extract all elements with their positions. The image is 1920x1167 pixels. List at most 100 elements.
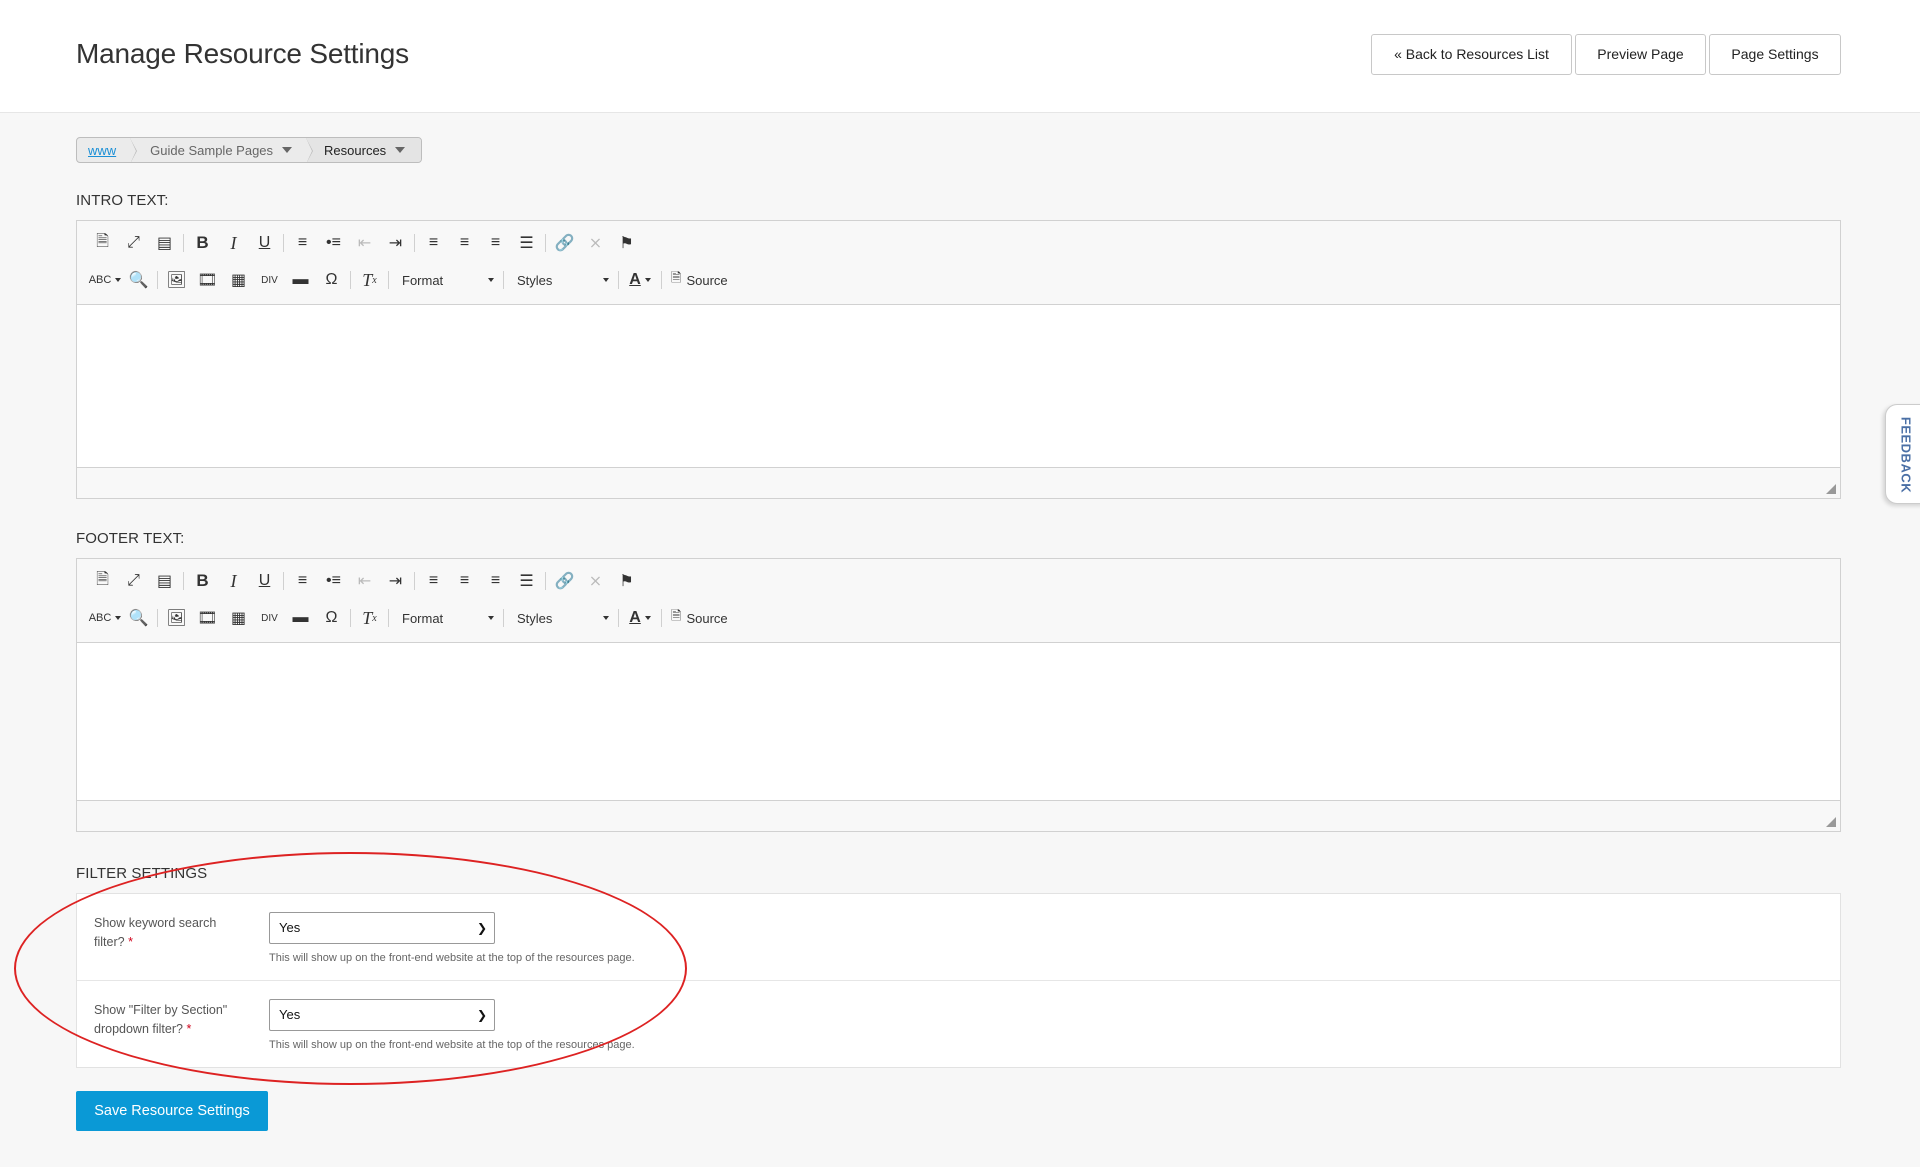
- text-color-icon[interactable]: A: [622, 605, 658, 631]
- source-label: Source: [686, 610, 728, 626]
- new-page-icon[interactable]: 🗎: [87, 230, 118, 256]
- page-title: Manage Resource Settings: [76, 38, 409, 69]
- footer-text-editor: 🗎 ⤢ ▤ B I U ≡ •≡ ⇤ ⇥ ≡ ≡ ≡ ☰ 🔗 ⨯ ⚑ ABC 🔍: [76, 558, 1841, 832]
- chevron-down-icon: [395, 147, 406, 153]
- italic-icon[interactable]: I: [218, 230, 249, 256]
- preview-page-button[interactable]: Preview Page: [1575, 34, 1706, 75]
- unlink-icon[interactable]: ⨯: [580, 230, 611, 256]
- chevron-down-icon: [488, 616, 494, 620]
- intro-text-content-area[interactable]: [77, 305, 1840, 468]
- breadcrumb-guide-label: Guide Sample Pages: [150, 142, 274, 158]
- chevron-down-icon: [282, 147, 293, 153]
- section-filter-row: Show "Filter by Section" dropdown filter…: [77, 981, 1840, 1068]
- image-icon[interactable]: 🖼: [161, 605, 192, 631]
- underline-icon[interactable]: U: [249, 230, 280, 256]
- source-icon: 🗎: [671, 270, 682, 285]
- table-icon[interactable]: ▦: [223, 267, 254, 293]
- keyword-filter-hint: This will show up on the front-end websi…: [269, 952, 635, 964]
- horizontal-rule-icon[interactable]: ▬: [285, 267, 316, 293]
- bold-icon[interactable]: B: [187, 568, 218, 594]
- justify-icon[interactable]: ☰: [511, 230, 542, 256]
- section-filter-select[interactable]: Yes ❯: [269, 999, 495, 1031]
- video-icon[interactable]: 🎞: [192, 605, 223, 631]
- numbered-list-icon[interactable]: ≡: [287, 230, 318, 256]
- toolbar-divider: [183, 572, 184, 590]
- bulleted-list-icon[interactable]: •≡: [318, 230, 349, 256]
- back-to-resources-button[interactable]: « Back to Resources List: [1371, 34, 1572, 75]
- bold-icon[interactable]: B: [187, 230, 218, 256]
- toolbar-divider: [661, 609, 662, 627]
- align-left-icon[interactable]: ≡: [418, 230, 449, 256]
- table-icon[interactable]: ▦: [223, 605, 254, 631]
- breadcrumb: www Guide Sample Pages Resources: [76, 137, 423, 163]
- format-dropdown[interactable]: Format: [392, 267, 500, 293]
- new-page-icon[interactable]: 🗎: [87, 568, 118, 594]
- editor-footer: [77, 468, 1840, 498]
- spellcheck-icon[interactable]: ABC: [87, 267, 123, 293]
- show-blocks-icon[interactable]: ▤: [149, 230, 180, 256]
- anchor-icon[interactable]: ⚑: [611, 230, 642, 256]
- save-resource-settings-button[interactable]: Save Resource Settings: [76, 1091, 268, 1131]
- div-icon[interactable]: DIV: [254, 605, 285, 631]
- breadcrumb-separator-inner: [306, 138, 313, 162]
- footer-text-content-area[interactable]: [77, 643, 1840, 801]
- remove-format-icon[interactable]: Tx: [354, 267, 385, 293]
- bulleted-list-icon[interactable]: •≡: [318, 568, 349, 594]
- breadcrumb-www-link[interactable]: www: [88, 143, 116, 158]
- special-char-icon[interactable]: Ω: [316, 267, 347, 293]
- align-center-icon[interactable]: ≡: [449, 568, 480, 594]
- breadcrumb-guide-sample-pages[interactable]: Guide Sample Pages: [130, 138, 314, 162]
- div-icon[interactable]: DIV: [254, 267, 285, 293]
- maximize-icon[interactable]: ⤢: [118, 230, 149, 256]
- find-icon[interactable]: 🔍: [123, 605, 154, 631]
- source-button[interactable]: 🗎 Source: [665, 267, 734, 293]
- unlink-icon[interactable]: ⨯: [580, 568, 611, 594]
- video-icon[interactable]: 🎞: [192, 267, 223, 293]
- toolbar-divider: [283, 234, 284, 252]
- toolbar-divider: [503, 609, 504, 627]
- resize-handle-icon[interactable]: [1826, 817, 1836, 827]
- text-color-icon[interactable]: A: [622, 267, 658, 293]
- editor-toolbar: 🗎 ⤢ ▤ B I U ≡ •≡ ⇤ ⇥ ≡ ≡ ≡ ☰ 🔗 ⨯ ⚑ ABC 🔍: [77, 559, 1840, 643]
- resize-handle-icon[interactable]: [1826, 484, 1836, 494]
- link-icon[interactable]: 🔗: [549, 230, 580, 256]
- numbered-list-icon[interactable]: ≡: [287, 568, 318, 594]
- image-icon[interactable]: 🖼: [161, 267, 192, 293]
- breadcrumb-resources[interactable]: Resources: [306, 138, 422, 162]
- outdent-icon[interactable]: ⇤: [349, 568, 380, 594]
- feedback-tab[interactable]: FEEDBACK: [1885, 404, 1920, 504]
- toolbar-divider: [618, 609, 619, 627]
- show-blocks-icon[interactable]: ▤: [149, 568, 180, 594]
- chevron-down-icon: [603, 616, 609, 620]
- page-settings-button[interactable]: Page Settings: [1709, 34, 1841, 75]
- align-right-icon[interactable]: ≡: [480, 230, 511, 256]
- outdent-icon[interactable]: ⇤: [349, 230, 380, 256]
- remove-format-icon[interactable]: Tx: [354, 605, 385, 631]
- styles-dropdown[interactable]: Styles: [507, 267, 615, 293]
- toolbar-divider: [283, 572, 284, 590]
- justify-icon[interactable]: ☰: [511, 568, 542, 594]
- maximize-icon[interactable]: ⤢: [118, 568, 149, 594]
- underline-icon[interactable]: U: [249, 568, 280, 594]
- align-right-icon[interactable]: ≡: [480, 568, 511, 594]
- find-icon[interactable]: 🔍: [123, 267, 154, 293]
- keyword-filter-select[interactable]: Yes ❯: [269, 912, 495, 944]
- format-dropdown[interactable]: Format: [392, 605, 500, 631]
- special-char-icon[interactable]: Ω: [316, 605, 347, 631]
- align-center-icon[interactable]: ≡: [449, 230, 480, 256]
- styles-dropdown[interactable]: Styles: [507, 605, 615, 631]
- indent-icon[interactable]: ⇥: [380, 230, 411, 256]
- anchor-icon[interactable]: ⚑: [611, 568, 642, 594]
- filter-settings-title: FILTER SETTINGS: [76, 865, 208, 882]
- italic-icon[interactable]: I: [218, 568, 249, 594]
- indent-icon[interactable]: ⇥: [380, 568, 411, 594]
- intro-text-label: INTRO TEXT:: [76, 192, 169, 209]
- align-left-icon[interactable]: ≡: [418, 568, 449, 594]
- toolbar-divider: [414, 234, 415, 252]
- horizontal-rule-icon[interactable]: ▬: [285, 605, 316, 631]
- styles-dropdown-label: Styles: [517, 272, 553, 288]
- spellcheck-icon[interactable]: ABC: [87, 605, 123, 631]
- link-icon[interactable]: 🔗: [549, 568, 580, 594]
- breadcrumb-www[interactable]: www: [77, 138, 138, 162]
- source-button[interactable]: 🗎 Source: [665, 605, 734, 631]
